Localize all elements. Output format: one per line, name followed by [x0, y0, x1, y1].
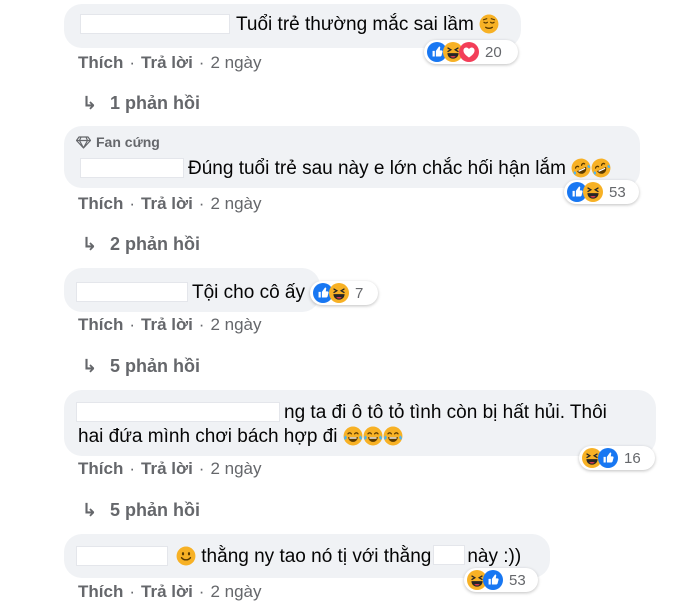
- comment-actions: Thích · Trả lời · 2 ngày: [78, 582, 262, 601]
- reply-link[interactable]: Trả lời: [141, 459, 193, 478]
- reply-arrow-icon: ↳: [82, 356, 98, 376]
- comment-text-content: hai đứa mình chơi bách hợp đi: [78, 426, 338, 447]
- like-link[interactable]: Thích: [78, 459, 123, 478]
- reply-arrow-icon: ↳: [82, 234, 98, 254]
- reaction-summary[interactable]: 16: [579, 446, 655, 470]
- reaction-summary[interactable]: 20: [424, 40, 518, 64]
- reaction-count: 16: [624, 449, 641, 467]
- timestamp[interactable]: 2 ngày: [210, 53, 261, 72]
- tears-of-joy-emoji-icon: [382, 426, 403, 446]
- smiling-face-icon: [176, 546, 196, 566]
- reaction-count: 20: [485, 43, 502, 61]
- view-replies-link[interactable]: ↳ 2 phản hồi: [82, 234, 200, 255]
- comment-text-content: này :)): [467, 546, 522, 567]
- reply-link[interactable]: Trả lời: [141, 582, 193, 601]
- reaction-summary[interactable]: 53: [464, 568, 538, 592]
- comment-text-content: ng ta đi ô tô tỏ tình còn bị hất hủi. Th…: [284, 402, 607, 423]
- reaction-summary[interactable]: 7: [310, 281, 378, 305]
- timestamp[interactable]: 2 ngày: [210, 582, 261, 601]
- view-replies-link[interactable]: ↳ 1 phản hồi: [82, 93, 200, 114]
- view-replies-link[interactable]: ↳ 5 phản hồi: [82, 356, 200, 377]
- timestamp[interactable]: 2 ngày: [210, 315, 261, 334]
- rofl-emoji-icon: [571, 158, 592, 178]
- redacted-author-name: [80, 14, 230, 34]
- redacted-author-name: [80, 158, 184, 178]
- reaction-count: 7: [355, 284, 364, 302]
- timestamp[interactable]: 2 ngày: [210, 194, 261, 213]
- reaction-summary[interactable]: 53: [564, 180, 639, 204]
- redacted-author-name: [76, 546, 168, 566]
- redacted-name-inline: [433, 545, 466, 565]
- replies-count: 1 phản hồi: [110, 93, 200, 113]
- like-reaction-icon: [598, 448, 618, 468]
- comment-text: thằng ny tao nó tị với thằng này :)): [176, 545, 521, 569]
- reply-arrow-icon: ↳: [82, 500, 98, 520]
- comment-text: Đúng tuổi trẻ sau này e lớn chắc hối hận…: [188, 157, 612, 181]
- comment-text-line-1: ng ta đi ô tô tỏ tình còn bị hất hủi. Th…: [284, 401, 607, 425]
- like-link[interactable]: Thích: [78, 194, 123, 213]
- comment-actions: Thích · Trả lời · 2 ngày: [78, 315, 262, 334]
- reply-link[interactable]: Trả lời: [141, 53, 193, 72]
- haha-reaction-icon: [329, 283, 349, 303]
- comment-actions: Thích · Trả lời · 2 ngày: [78, 459, 262, 478]
- replies-count: 2 phản hồi: [110, 234, 200, 254]
- replies-count: 5 phản hồi: [110, 500, 200, 520]
- view-replies-link[interactable]: ↳ 5 phản hồi: [82, 500, 200, 521]
- reaction-count: 53: [609, 183, 626, 201]
- rofl-emoji-icon: [591, 158, 612, 178]
- diamond-icon: [76, 135, 91, 149]
- reaction-count: 53: [509, 571, 526, 589]
- relieved-face-icon: [479, 14, 500, 34]
- comment-text-content: Đúng tuổi trẻ sau này e lớn chắc hối hận…: [188, 158, 566, 179]
- reply-link[interactable]: Trả lời: [141, 315, 193, 334]
- comment-text: Tội cho cô ấy: [192, 281, 305, 305]
- like-link[interactable]: Thích: [78, 315, 123, 334]
- tears-of-joy-emoji-icon: [342, 426, 363, 446]
- redacted-author-name: [76, 282, 188, 302]
- comment-text-content: Tuổi trẻ thường mắc sai lầm: [236, 14, 474, 35]
- redacted-author-name: [76, 402, 280, 422]
- comment-text-line-2: hai đứa mình chơi bách hợp đi: [78, 425, 403, 449]
- comment-text-content: Tội cho cô ấy: [192, 282, 305, 303]
- replies-count: 5 phản hồi: [110, 356, 200, 376]
- haha-reaction-icon: [583, 182, 603, 202]
- comment-text: Tuổi trẻ thường mắc sai lầm: [236, 13, 500, 37]
- comment-actions: Thích · Trả lời · 2 ngày: [78, 194, 262, 213]
- like-link[interactable]: Thích: [78, 582, 123, 601]
- love-reaction-icon: [459, 42, 479, 62]
- reply-link[interactable]: Trả lời: [141, 194, 193, 213]
- reply-arrow-icon: ↳: [82, 93, 98, 113]
- like-reaction-icon: [483, 570, 503, 590]
- like-link[interactable]: Thích: [78, 53, 123, 72]
- badge-label: Fan cứng: [96, 134, 160, 150]
- comment-actions: Thích · Trả lời · 2 ngày: [78, 53, 262, 72]
- tears-of-joy-emoji-icon: [362, 426, 383, 446]
- comment-text-content: thằng ny tao nó tị với thằng: [201, 546, 432, 567]
- timestamp[interactable]: 2 ngày: [210, 459, 261, 478]
- fan-badge: Fan cứng: [76, 134, 160, 150]
